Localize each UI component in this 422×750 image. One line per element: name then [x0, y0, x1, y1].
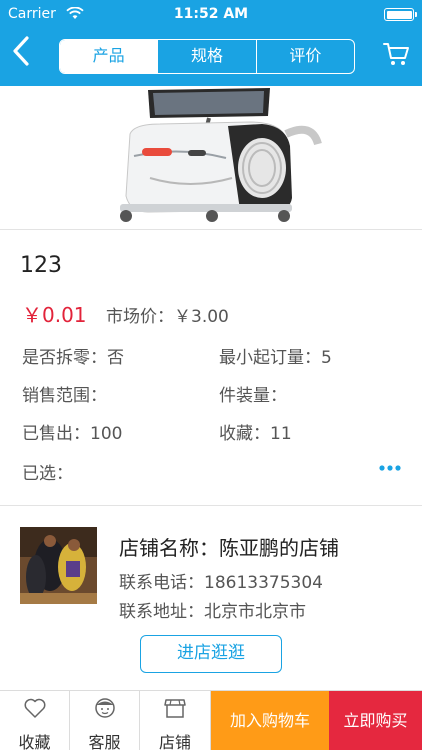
divider: [0, 505, 422, 506]
shop-phone-label: 联系电话：: [119, 573, 204, 593]
tab-spec[interactable]: 规格: [158, 40, 257, 73]
split-label: 是否拆零：: [22, 348, 107, 368]
min-order-value: 5: [321, 348, 332, 368]
shop-name-label: 店铺名称：: [119, 536, 219, 560]
min-order-label: 最小起订量：: [219, 348, 321, 368]
shop-address-label: 联系地址：: [119, 602, 204, 622]
status-bar: Carrier 11:52 AM: [0, 0, 422, 28]
sold-info: 已售出：100: [22, 419, 122, 444]
product-image: [0, 86, 422, 230]
shop-address-value: 北京市北京市: [204, 602, 306, 622]
shop-address-line: 联系地址：北京市北京市: [119, 597, 306, 622]
pack-info: 件装量：: [219, 381, 287, 406]
store-button[interactable]: 店铺: [140, 691, 211, 750]
segment-tabs: 产品 规格 评价: [59, 39, 355, 74]
split-value: 否: [107, 348, 124, 368]
visit-shop-button[interactable]: 进店逛逛: [140, 635, 282, 673]
sold-label: 已售出：: [22, 424, 90, 444]
selected-info[interactable]: 已选：: [22, 459, 73, 484]
fav-label: 收藏：: [219, 424, 270, 444]
favorite-label: 收藏: [18, 733, 51, 750]
clock: 11:52 AM: [173, 6, 249, 22]
back-chevron-icon[interactable]: [8, 34, 36, 68]
split-info: 是否拆零：否: [22, 343, 124, 368]
add-to-cart-button[interactable]: 加入购物车: [211, 691, 329, 750]
shop-name-value: 陈亚鹏的店铺: [219, 536, 339, 560]
product-price: ￥0.01: [22, 303, 87, 327]
buy-now-button[interactable]: 立即购买: [329, 691, 422, 750]
store-label: 店铺: [158, 733, 191, 750]
sold-value: 100: [90, 424, 123, 444]
customer-service-button[interactable]: 客服: [70, 691, 140, 750]
shop-phone-line: 联系电话：18613375304: [119, 568, 323, 593]
sales-area-info: 销售范围：: [22, 381, 107, 406]
nav-header: Carrier 11:52 AM 产品 规格 评价: [0, 0, 422, 86]
shop-name-line: 店铺名称：陈亚鹏的店铺: [119, 532, 339, 561]
cart-icon[interactable]: [382, 41, 410, 67]
market-price-label: 市场价：: [106, 307, 174, 327]
service-face-icon: [94, 698, 115, 718]
sales-area-label: 销售范围：: [22, 386, 107, 406]
product-detail-screen: Carrier 11:52 AM 产品 规格 评价 123 ￥0.01 市场价：…: [0, 0, 422, 750]
bottom-action-bar: 收藏 客服 店铺 加入购物车 立即购买: [0, 690, 422, 750]
market-price: 市场价：￥3.00: [106, 302, 229, 327]
service-label: 客服: [88, 733, 121, 750]
favorite-button[interactable]: 收藏: [0, 691, 70, 750]
min-order-info: 最小起订量：5: [219, 343, 332, 368]
market-price-value: ￥3.00: [174, 307, 229, 327]
fav-info: 收藏：11: [219, 419, 292, 444]
heart-icon: [24, 698, 45, 718]
fav-value: 11: [270, 424, 292, 444]
selected-label: 已选：: [22, 464, 73, 484]
tab-review[interactable]: 评价: [257, 40, 354, 73]
shop-avatar: [20, 527, 97, 604]
shop-phone-value[interactable]: 18613375304: [204, 573, 323, 593]
pack-label: 件装量：: [219, 386, 287, 406]
tab-product[interactable]: 产品: [60, 40, 159, 73]
more-options-icon[interactable]: [378, 464, 402, 472]
store-icon: [164, 699, 186, 718]
product-title: 123: [20, 253, 62, 278]
battery-icon: [384, 8, 417, 21]
